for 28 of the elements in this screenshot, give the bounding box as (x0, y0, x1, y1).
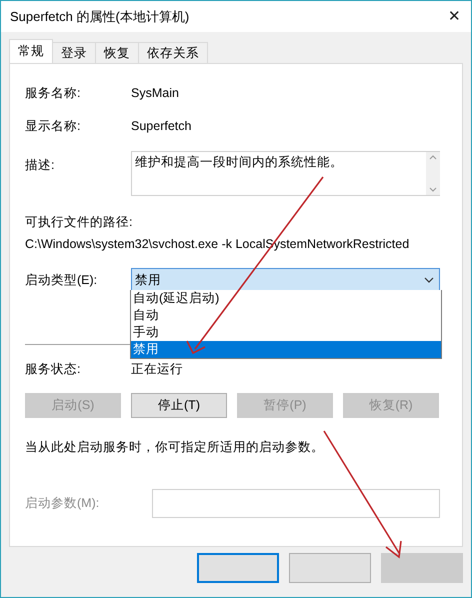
status-value: 正在运行 (131, 360, 183, 378)
start-parameters-field[interactable] (152, 489, 440, 518)
window-title: Superfetch 的属性(本地计算机) (10, 8, 190, 26)
dialog-button[interactable] (289, 553, 371, 583)
hint-text: 当从此处启动服务时，你可指定所适用的启动参数。 (25, 438, 324, 456)
chevron-down-icon (424, 277, 434, 283)
dropdown-option[interactable]: 自动(延迟启动) (131, 290, 441, 307)
tab[interactable]: 依存关系 (138, 42, 208, 63)
scroll-up-icon[interactable] (429, 155, 437, 160)
field-label: 启动参数(M): (25, 495, 100, 512)
close-icon[interactable]: ✕ (448, 9, 461, 24)
dropdown-option[interactable]: 禁用 (131, 341, 441, 358)
scroll-down-icon[interactable] (429, 187, 437, 192)
field-label: 服务状态: (25, 360, 82, 378)
dialog-button[interactable] (197, 553, 279, 583)
field-label: 可执行文件的路径: (25, 214, 132, 230)
description-box[interactable]: 维护和提高一段时间内的系统性能。 (131, 151, 440, 196)
field-value: SysMain (131, 86, 179, 100)
field-label: 启动类型(E): (25, 272, 98, 288)
field-label: 显示名称: (25, 118, 82, 134)
tab[interactable]: 常规 (9, 39, 53, 63)
field-label: 服务名称: (25, 84, 82, 102)
startup-type-dropdown[interactable]: 禁用 (131, 268, 440, 292)
field-label: 描述: (25, 157, 56, 174)
service-button[interactable]: 停止(T) (131, 393, 227, 418)
dropdown-option[interactable]: 自动 (131, 307, 441, 324)
field-value: Superfetch (131, 119, 192, 133)
dropdown-option[interactable]: 手动 (131, 324, 441, 341)
